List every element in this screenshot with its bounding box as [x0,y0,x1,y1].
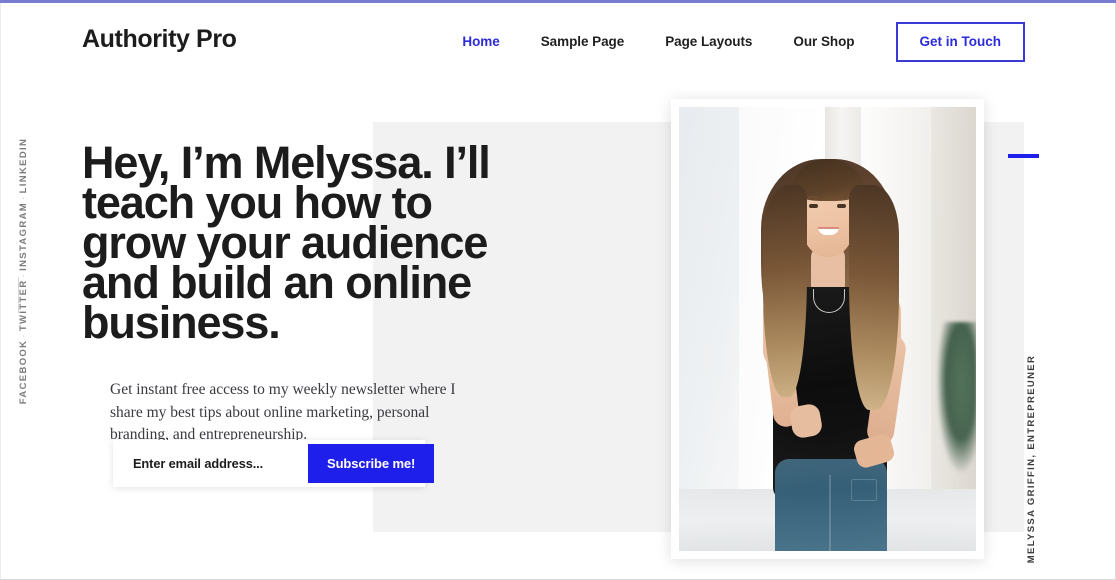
social-rail-divider [18,277,19,313]
hero-text-column: Hey, I’m Melyssa. I’ll teach you how to … [82,137,552,447]
social-links-label[interactable]: FACEBOOK·TWITTER·INSTAGRAM·LINKEDIN [18,138,29,405]
site-header: Authority Pro Home Sample Page Page Layo… [1,3,1115,79]
accent-dash-decoration [1008,154,1039,158]
social-link-twitter[interactable]: TWITTER [18,279,29,331]
page-canvas: Hey, I’m Melyssa. I’ll teach you how to … [1,3,1115,579]
primary-navigation: Home Sample Page Page Layouts Our Shop G… [462,21,1025,62]
social-link-instagram[interactable]: INSTAGRAM [18,202,29,271]
social-separator-3: · [18,195,29,200]
social-separator-1: · [18,333,29,338]
hero-portrait-photo [679,107,976,551]
subscribe-button[interactable]: Subscribe me! [308,444,435,483]
nav-item-home[interactable]: Home [462,22,499,61]
get-in-touch-button[interactable]: Get in Touch [895,21,1025,62]
nav-item-page-layouts[interactable]: Page Layouts [665,22,752,61]
nav-item-our-shop[interactable]: Our Shop [793,22,854,61]
nav-item-sample-page[interactable]: Sample Page [541,22,625,61]
social-separator-2: · [18,272,29,278]
photo-credit-label: MELYSSA GRIFFIN, ENTREPREUNER [1026,354,1037,564]
hero-portrait-card [671,99,984,559]
browser-viewport: Hey, I’m Melyssa. I’ll teach you how to … [0,0,1116,580]
page-top-accent-border [0,0,1116,3]
photo-light-overlay [679,107,976,551]
page-frame-left-edge [0,3,1,580]
site-logo[interactable]: Authority Pro [82,25,237,54]
photo-credit-rail: MELYSSA GRIFFIN, ENTREPREUNER [1009,3,1043,579]
email-field[interactable] [113,440,308,487]
page-title: Hey, I’m Melyssa. I’ll teach you how to … [82,137,491,348]
hero-section: Hey, I’m Melyssa. I’ll teach you how to … [1,3,1115,579]
social-links-rail: FACEBOOK·TWITTER·INSTAGRAM·LINKEDIN [1,3,35,579]
social-link-linkedin[interactable]: LINKEDIN [18,138,29,194]
hero-subtext: Get instant free access to my weekly new… [110,381,456,443]
social-link-facebook[interactable]: FACEBOOK [18,340,29,405]
newsletter-subscribe-form[interactable]: Subscribe me! [113,440,435,487]
